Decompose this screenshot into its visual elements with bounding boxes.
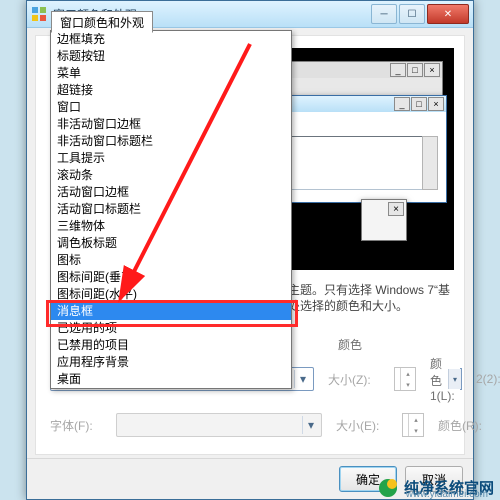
dropdown-option[interactable]: 图标间距(水平) — [51, 286, 291, 303]
color2-label: 2(2): — [476, 372, 496, 386]
watermark-logo-icon — [378, 478, 398, 498]
dropdown-option[interactable]: 边框填充 — [51, 31, 291, 48]
dropdown-option[interactable]: 图标间距(垂直) — [51, 269, 291, 286]
dropdown-option[interactable]: 非活动窗口标题栏 — [51, 133, 291, 150]
dropdown-option[interactable]: 桌面 — [51, 371, 291, 388]
dropdown-option[interactable]: 标题按钮 — [51, 48, 291, 65]
dropdown-option[interactable]: 调色板标题 — [51, 235, 291, 252]
color-header-label: 颜色 — [338, 336, 390, 353]
fontcolor-label: 颜色(R): — [438, 417, 490, 434]
minimize-button[interactable]: ─ — [371, 4, 397, 24]
dropdown-tab-label: 窗口颜色和外观 — [51, 11, 153, 33]
color1-swatch[interactable]: ▾ — [460, 368, 462, 390]
close-button[interactable]: ✕ — [427, 4, 469, 24]
preview-msg-close-icon: × — [388, 202, 404, 216]
dropdown-option[interactable]: 消息框 — [51, 303, 291, 320]
preview-min-icon: _ — [394, 97, 410, 111]
size-spinner[interactable]: ▴▾ — [394, 367, 416, 391]
chevron-down-icon: ▾ — [302, 416, 319, 434]
watermark-url: www.yidaimei.com — [406, 489, 488, 500]
dropdown-option[interactable]: 图标 — [51, 252, 291, 269]
preview-active-window: _ □ × — [275, 95, 447, 203]
chevron-down-icon: ▾ — [294, 370, 311, 388]
dropdown-option[interactable]: 非活动窗口边框 — [51, 116, 291, 133]
dropdown-option[interactable]: 菜单 — [51, 65, 291, 82]
app-icon — [31, 6, 47, 22]
info-line-2: 处选择的颜色和大小。 — [288, 298, 452, 314]
fontsize-label: 大小(E): — [336, 417, 388, 434]
dropdown-option[interactable]: 已禁用的项目 — [51, 337, 291, 354]
preview-textbox — [284, 136, 426, 190]
font-label: 字体(F): — [50, 417, 102, 434]
dropdown-option[interactable]: 已选用的项 — [51, 320, 291, 337]
dropdown-option[interactable]: 工具提示 — [51, 150, 291, 167]
preview-close-icon: × — [428, 97, 444, 111]
dropdown-option[interactable]: 应用程序背景 — [51, 354, 291, 371]
preview-max-icon: □ — [411, 97, 427, 111]
size-label: 大小(Z): — [328, 371, 380, 388]
fontsize-spinner: ▴▾ — [402, 413, 424, 437]
dropdown-option[interactable]: 活动窗口边框 — [51, 184, 291, 201]
preview-max-icon: □ — [407, 63, 423, 77]
dropdown-option[interactable]: 活动窗口标题栏 — [51, 201, 291, 218]
preview-min-icon: _ — [390, 63, 406, 77]
info-text: 主题。只有选择 Windows 7“基 处选择的颜色和大小。 — [288, 282, 452, 314]
color1-label: 颜色 1(L): — [430, 355, 450, 403]
info-line-1: 主题。只有选择 Windows 7“基 — [288, 282, 452, 298]
preview-message-box: × — [361, 199, 407, 241]
dropdown-option[interactable]: 三维物体 — [51, 218, 291, 235]
chevron-down-icon: ▾ — [448, 369, 461, 389]
item-dropdown-list[interactable]: 窗口颜色和外观 边框填充标题按钮菜单超链接窗口非活动窗口边框非活动窗口标题栏工具… — [50, 30, 292, 389]
dropdown-option[interactable]: 窗口 — [51, 99, 291, 116]
preview-close-icon: × — [424, 63, 440, 77]
dropdown-option[interactable]: 超链接 — [51, 82, 291, 99]
dropdown-option[interactable]: 滚动条 — [51, 167, 291, 184]
maximize-button[interactable]: ☐ — [399, 4, 425, 24]
preview-scrollbar — [422, 136, 438, 190]
font-combobox: ▾ — [116, 413, 322, 437]
